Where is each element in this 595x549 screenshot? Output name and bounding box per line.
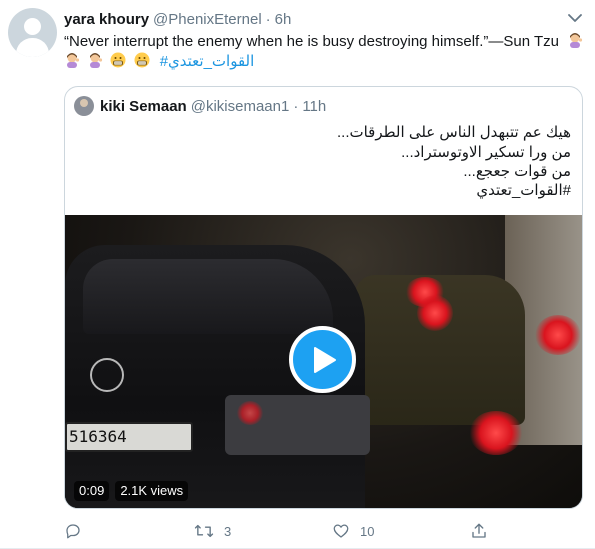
grimacing-face-emoji <box>110 52 126 68</box>
avatar[interactable] <box>8 8 57 57</box>
like-button[interactable]: 10 <box>332 520 374 542</box>
tweet-quote-text: “Never interrupt the enemy when he is bu… <box>64 33 559 50</box>
play-icon <box>314 346 336 373</box>
tweet-card[interactable]: yara khoury @PhenixEternel · 6h “Never i… <box>0 0 595 549</box>
avatar-body-shape <box>16 38 49 57</box>
tweet-actions: 3 10 <box>64 520 504 542</box>
quoted-header: kiki Semaan @kikisemaan1 · 11h <box>74 96 326 116</box>
retweet-button[interactable]: 3 <box>194 520 231 542</box>
video-tail-light <box>535 315 581 355</box>
quoted-avatar[interactable] <box>74 96 94 116</box>
retweet-icon <box>194 524 214 538</box>
woman-tipping-hand-emoji <box>67 53 80 68</box>
author-name[interactable]: yara khoury <box>64 11 149 28</box>
quoted-tweet[interactable]: kiki Semaan @kikisemaan1 · 11h هيك عم تت… <box>64 86 583 509</box>
tweet-header: yara khoury @PhenixEternel · 6h <box>64 9 291 29</box>
reply-icon <box>66 524 80 539</box>
quoted-text-line: هيك عم تتبهدل الناس على الطرقات... <box>336 124 571 141</box>
quoted-author-handle[interactable]: @kikisemaan1 <box>191 98 290 115</box>
heart-icon <box>333 524 349 538</box>
tweet-text-line2: #القوات_تعتدي <box>64 52 254 72</box>
video-tail-light <box>469 411 523 455</box>
play-button[interactable] <box>289 326 356 393</box>
woman-tipping-hand-emoji <box>570 33 583 48</box>
quoted-time[interactable]: 11h <box>302 98 326 115</box>
video-tail-light <box>417 295 453 331</box>
quoted-author-name[interactable]: kiki Semaan <box>100 98 187 115</box>
reply-button[interactable] <box>64 520 92 542</box>
video-duration: 0:09 <box>74 481 110 501</box>
video-tail-light <box>237 401 263 425</box>
separator-dot: · <box>265 10 271 28</box>
hashtag-link[interactable]: #القوات_تعتدي <box>160 53 255 70</box>
separator-dot: · <box>293 97 299 115</box>
quoted-hashtag: #القوات_تعتدي <box>476 182 571 199</box>
video-license-plate: 516364 <box>65 422 193 452</box>
video-car-emblem <box>90 358 124 392</box>
tweet-time[interactable]: 6h <box>275 11 292 28</box>
share-icon <box>472 523 486 538</box>
video-player[interactable]: 516364 0:09 2.1K views <box>65 215 582 508</box>
video-meta: 0:09 2.1K views <box>74 481 194 501</box>
share-button[interactable] <box>470 520 488 542</box>
retweet-count: 3 <box>224 523 232 539</box>
author-handle[interactable]: @PhenixEternel <box>153 11 262 28</box>
quoted-text-line: من قوات جعجع... <box>463 163 571 180</box>
like-count: 10 <box>360 523 375 539</box>
avatar-head-shape <box>24 18 41 35</box>
video-car-window-shape <box>83 259 333 334</box>
grimacing-face-emoji <box>134 52 150 68</box>
woman-tipping-hand-emoji <box>90 53 103 68</box>
video-views: 2.1K views <box>115 481 189 501</box>
chevron-down-icon[interactable] <box>565 10 585 26</box>
tweet-text-line1: “Never interrupt the enemy when he is bu… <box>64 32 586 52</box>
quoted-text-line: من ورا تسكير الاوتوستراد... <box>401 144 571 161</box>
